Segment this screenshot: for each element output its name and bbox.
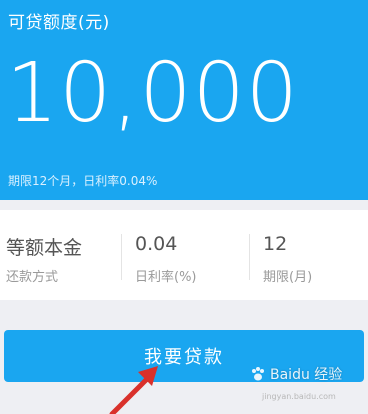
daily-rate-label: 日利率(%): [135, 270, 197, 285]
term-value: 12: [263, 233, 288, 255]
repayment-method-label: 还款方式: [6, 270, 59, 285]
baidu-watermark: Baidu 经验: [250, 364, 342, 384]
watermark-url: jingyan.baidu.com: [262, 392, 336, 401]
loan-terms-note: 期限12个月，日利率0.04%: [8, 174, 158, 188]
credit-limit-panel: 可贷额度(元) 10,000 期限12个月，日利率0.04%: [0, 0, 368, 200]
baidu-paw-icon: [252, 367, 264, 381]
credit-limit-amount: 10,000: [6, 46, 299, 141]
repayment-method-value: 等额本金: [6, 237, 83, 259]
loan-info-card: 等额本金 还款方式 0.04 日利率(%) 12 期限(月): [0, 210, 368, 300]
daily-rate-cell: 0.04 日利率(%): [135, 210, 245, 300]
red-arrow-icon: [109, 366, 158, 414]
divider: [121, 234, 122, 280]
credit-limit-title: 可贷额度(元): [8, 13, 110, 33]
divider: [249, 234, 250, 280]
term-cell: 12 期限(月): [263, 210, 363, 300]
term-label: 期限(月): [263, 270, 313, 285]
watermark-brand: Baidu 经验: [270, 367, 343, 383]
repayment-method-cell: 等额本金 还款方式: [6, 210, 116, 300]
daily-rate-value: 0.04: [135, 233, 178, 255]
